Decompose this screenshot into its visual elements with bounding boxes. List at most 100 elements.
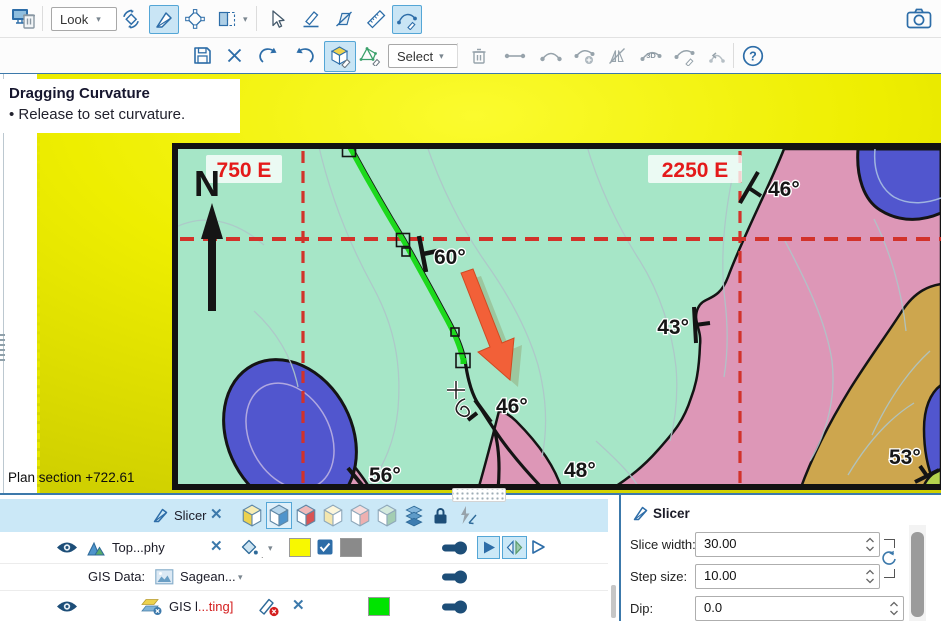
step-size-spinbox[interactable] (695, 564, 880, 589)
redo-button[interactable] (288, 42, 320, 69)
select-cursor-button[interactable] (263, 5, 291, 32)
add-node-button[interactable] (569, 42, 601, 69)
chevron-down-icon[interactable]: ▾ (268, 543, 273, 554)
edit-curve-button[interactable] (392, 5, 422, 34)
gis-line-color-swatch[interactable] (368, 597, 390, 616)
select-mode-dropdown[interactable]: Select ▾ (388, 44, 458, 68)
shape-row-slicer[interactable]: Slicer ✕ (0, 499, 608, 532)
play-forward-button[interactable] (477, 536, 500, 559)
rotate-resize-button[interactable] (117, 5, 145, 32)
application-window: Look ▾ ▾ (0, 0, 941, 621)
properties-scrollbar-thumb[interactable] (911, 532, 924, 617)
close-icon (225, 46, 244, 65)
edit-curve-icon (396, 9, 418, 30)
easting-label-2250: 2250 E (648, 155, 742, 183)
slice-mode-back-button[interactable] (266, 502, 292, 529)
draw-slicer-line-button[interactable] (149, 5, 179, 34)
draw-on-slicer-button[interactable] (324, 41, 356, 72)
visibility-eye-icon[interactable] (56, 599, 78, 614)
flip-direction-button[interactable] (502, 536, 527, 559)
draw-line-icon (301, 9, 321, 29)
chevron-down-icon[interactable]: ▾ (238, 572, 243, 583)
look-dropdown[interactable]: Look ▾ (51, 7, 117, 31)
gis-line-end-point[interactable] (461, 358, 467, 364)
slice-thick-front-button[interactable] (322, 504, 344, 527)
slice-layers-button[interactable] (403, 504, 425, 527)
slice-mode-remove-button[interactable] (295, 504, 317, 527)
draw-line-button[interactable] (297, 5, 325, 32)
straight-segment-button[interactable] (499, 42, 531, 69)
slicer-remove-button[interactable]: ✕ (210, 508, 223, 522)
gis-data-toggle[interactable] (441, 569, 468, 585)
topography-icon (86, 539, 106, 556)
slice-width-input[interactable] (696, 533, 844, 554)
image-icon (155, 569, 174, 585)
hint-body: • Release to set curvature. (9, 104, 231, 125)
spinner-arrows-icon[interactable] (865, 535, 875, 554)
slice-thick-slice-button[interactable] (376, 504, 398, 527)
topography-color-swatch[interactable] (289, 538, 311, 557)
curve-3d-button[interactable]: 3D (635, 42, 667, 69)
play-outline-button[interactable] (529, 538, 547, 556)
rectangle-select-chevron-icon[interactable]: ▾ (243, 14, 248, 25)
reverse-line-icon (706, 46, 728, 66)
scene-scrollbar-grip[interactable] (0, 334, 5, 362)
dip-input[interactable] (696, 597, 844, 618)
gis-line-toggle[interactable] (441, 599, 468, 615)
topography-checkbox[interactable] (317, 539, 333, 555)
reset-values-icon[interactable] (880, 550, 898, 568)
save-button[interactable] (188, 42, 216, 69)
draw-on-mesh-button[interactable] (356, 42, 384, 69)
gis-data-value: Sagean... (180, 569, 236, 584)
spinner-arrows-icon[interactable] (865, 567, 875, 586)
dip-spinbox[interactable] (695, 596, 904, 621)
redo-icon (292, 45, 317, 66)
delete-vertices-button[interactable] (465, 42, 493, 69)
reverse-line-button[interactable] (703, 42, 731, 69)
spinner-arrows-icon[interactable] (889, 599, 899, 618)
topography-toggle[interactable] (441, 540, 468, 556)
plan-section-map[interactable]: 750 E 2250 E N (172, 143, 941, 490)
camera-button[interactable] (903, 5, 935, 32)
curved-segment-button[interactable] (535, 42, 567, 69)
clear-scene-button[interactable] (9, 5, 37, 32)
shape-row-topography[interactable]: Top...phy ✕ . ▾ (0, 532, 608, 564)
panel-drag-handle[interactable] (452, 488, 506, 502)
edit-curve-gray-button[interactable] (669, 42, 701, 69)
chevron-down-icon: ▾ (439, 51, 444, 62)
rectangle-select-button[interactable] (213, 5, 241, 32)
draw-polygon-button[interactable] (330, 5, 358, 32)
undo-button[interactable] (252, 42, 284, 69)
svg-text:48°: 48° (564, 459, 596, 482)
quick-slice-button[interactable] (456, 505, 479, 526)
measure-ruler-icon (366, 9, 386, 29)
measure-ruler-button[interactable] (362, 5, 390, 32)
lock-slicer-button[interactable] (430, 505, 451, 526)
hint-tooltip: Dragging Curvature • Release to set curv… (0, 79, 240, 133)
gis-line-remove-button[interactable]: ✕ (292, 599, 305, 613)
visibility-eye-icon[interactable] (56, 540, 78, 555)
stop-editing-icon[interactable] (256, 596, 281, 617)
slice-width-spinbox[interactable] (695, 532, 880, 557)
svg-text:43°: 43° (657, 316, 689, 339)
svg-text:46°: 46° (768, 178, 800, 201)
scene-viewport[interactable]: 750 E 2250 E N (0, 74, 941, 493)
draw-polyline-button[interactable] (181, 5, 209, 32)
slice-mode-front-button[interactable] (241, 504, 263, 527)
gis-line-label: GIS l...ting] (169, 599, 233, 614)
topography-gray-swatch[interactable] (340, 538, 362, 557)
straight-segment-icon (503, 46, 527, 66)
svg-text:N: N (194, 163, 220, 204)
slicer-panel-icon (632, 505, 649, 522)
shape-list-scrollbar[interactable] (611, 585, 616, 618)
step-size-input[interactable] (696, 565, 844, 586)
help-button[interactable]: ? (739, 42, 767, 69)
close-edit-button[interactable] (220, 42, 248, 69)
slice-thick-back-button[interactable] (349, 504, 371, 527)
shape-row-gis-line[interactable]: GIS l...ting] ✕ (0, 591, 608, 621)
topography-remove-button[interactable]: ✕ (210, 540, 223, 554)
shape-row-gis-data[interactable]: GIS Data: Sagean... ▾ (0, 564, 608, 591)
paint-bucket-icon[interactable] (239, 538, 259, 557)
dip-label: Dip: (630, 601, 653, 616)
split-line-button[interactable] (603, 42, 631, 69)
